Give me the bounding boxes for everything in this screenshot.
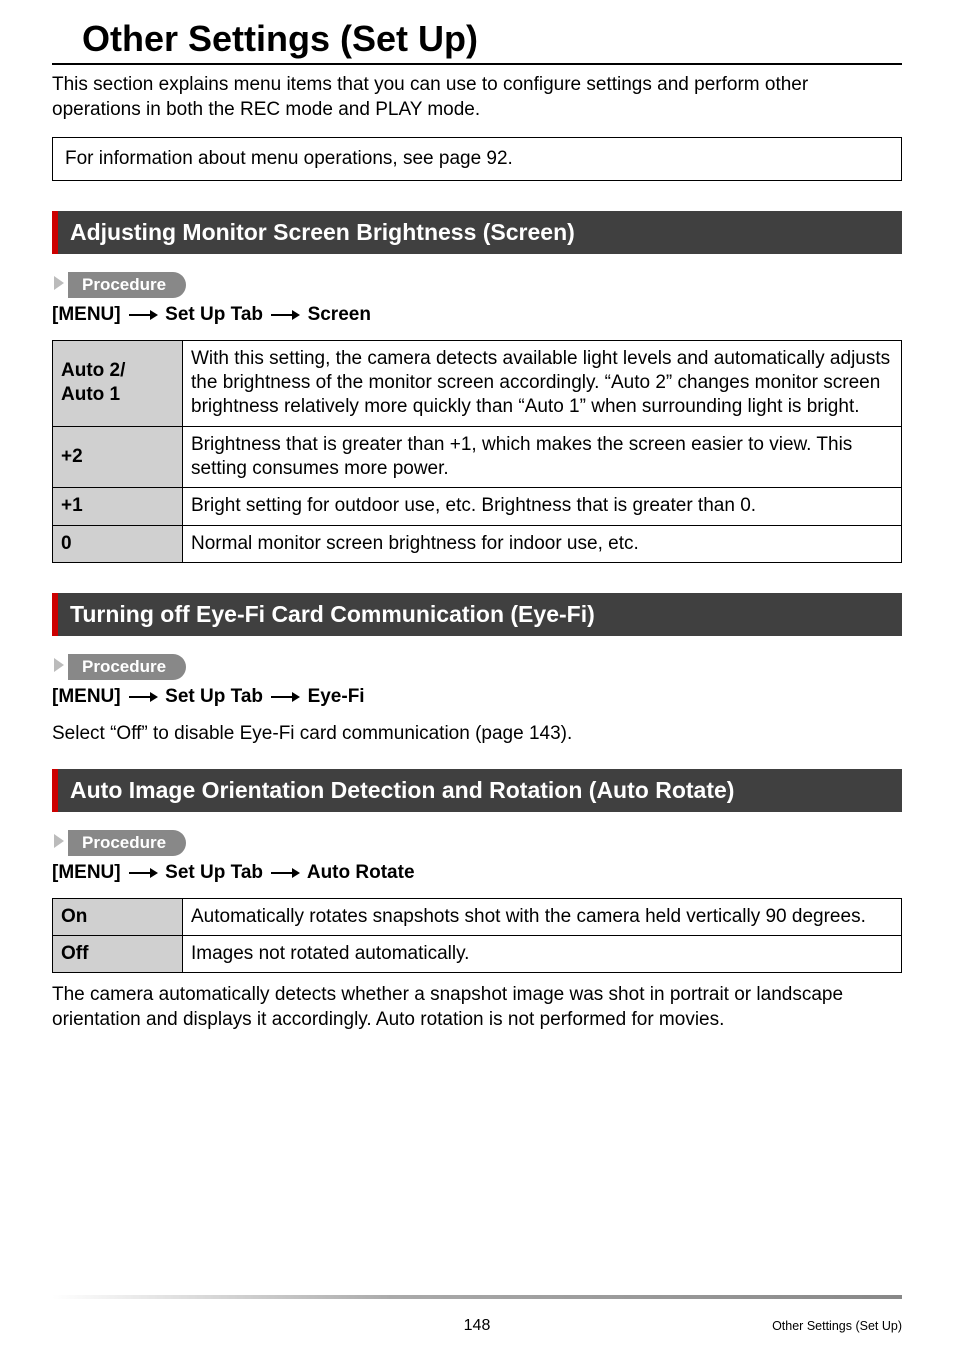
setting-desc: Bright setting for outdoor use, etc. Bri…: [183, 488, 902, 525]
setting-desc: Images not rotated automatically.: [183, 935, 902, 972]
setting-label: +1: [53, 488, 183, 525]
setting-desc: Automatically rotates snapshots shot wit…: [183, 898, 902, 935]
arrow-right-icon: [270, 691, 300, 703]
menu-token: Set Up Tab: [165, 686, 263, 707]
menu-token: Set Up Tab: [165, 304, 263, 325]
table-row: +2 Brightness that is greater than +1, w…: [53, 426, 902, 488]
setting-label: Off: [53, 935, 183, 972]
menu-target: Eye-Fi: [308, 686, 365, 707]
menu-target: Auto Rotate: [307, 862, 415, 883]
screen-settings-table: Auto 2/ Auto 1 With this setting, the ca…: [52, 340, 902, 563]
menu-path-rotate: [MENU] Set Up Tab Auto Rotate: [52, 862, 902, 884]
menu-path-eyefi: [MENU] Set Up Tab Eye-Fi: [52, 686, 902, 708]
chevron-right-icon: [52, 656, 66, 678]
setting-label: 0: [53, 525, 183, 562]
rotate-after-paragraph: The camera automatically detects whether…: [52, 983, 902, 1032]
table-row: Off Images not rotated automatically.: [53, 935, 902, 972]
heading-screen: Adjusting Monitor Screen Brightness (Scr…: [52, 211, 902, 254]
procedure-row-screen: Procedure: [52, 272, 902, 298]
table-row: +1 Bright setting for outdoor use, etc. …: [53, 488, 902, 525]
procedure-row-rotate: Procedure: [52, 830, 902, 856]
menu-token: [MENU]: [52, 862, 121, 883]
eyefi-paragraph: Select “Off” to disable Eye-Fi card comm…: [52, 722, 902, 747]
setting-label: Auto 2/ Auto 1: [53, 340, 183, 426]
info-box: For information about menu operations, s…: [52, 137, 902, 181]
arrow-right-icon: [270, 867, 300, 879]
chevron-right-icon: [52, 832, 66, 854]
menu-token: [MENU]: [52, 686, 121, 707]
procedure-row-eyefi: Procedure: [52, 654, 902, 680]
intro-text: This section explains menu items that yo…: [52, 73, 902, 122]
footer-title: Other Settings (Set Up): [772, 1319, 902, 1333]
chevron-right-icon: [52, 274, 66, 296]
table-row: Auto 2/ Auto 1 With this setting, the ca…: [53, 340, 902, 426]
table-row: On Automatically rotates snapshots shot …: [53, 898, 902, 935]
arrow-right-icon: [270, 309, 300, 321]
menu-path-screen: [MENU] Set Up Tab Screen: [52, 304, 902, 326]
setting-desc: With this setting, the camera detects av…: [183, 340, 902, 426]
procedure-label: Procedure: [68, 654, 186, 680]
table-row: 0 Normal monitor screen brightness for i…: [53, 525, 902, 562]
menu-token: Set Up Tab: [165, 862, 263, 883]
setting-label: On: [53, 898, 183, 935]
procedure-label: Procedure: [68, 830, 186, 856]
procedure-label: Procedure: [68, 272, 186, 298]
arrow-right-icon: [128, 691, 158, 703]
rotate-settings-table: On Automatically rotates snapshots shot …: [52, 898, 902, 974]
heading-eyefi: Turning off Eye-Fi Card Communication (E…: [52, 593, 902, 636]
footer-divider: [52, 1295, 902, 1299]
menu-target: Screen: [308, 304, 371, 325]
arrow-right-icon: [128, 867, 158, 879]
page-title: Other Settings (Set Up): [52, 18, 902, 59]
arrow-right-icon: [128, 309, 158, 321]
setting-desc: Brightness that is greater than +1, whic…: [183, 426, 902, 488]
setting-label: +2: [53, 426, 183, 488]
menu-token: [MENU]: [52, 304, 121, 325]
heading-rotate: Auto Image Orientation Detection and Rot…: [52, 769, 902, 812]
setting-desc: Normal monitor screen brightness for ind…: [183, 525, 902, 562]
